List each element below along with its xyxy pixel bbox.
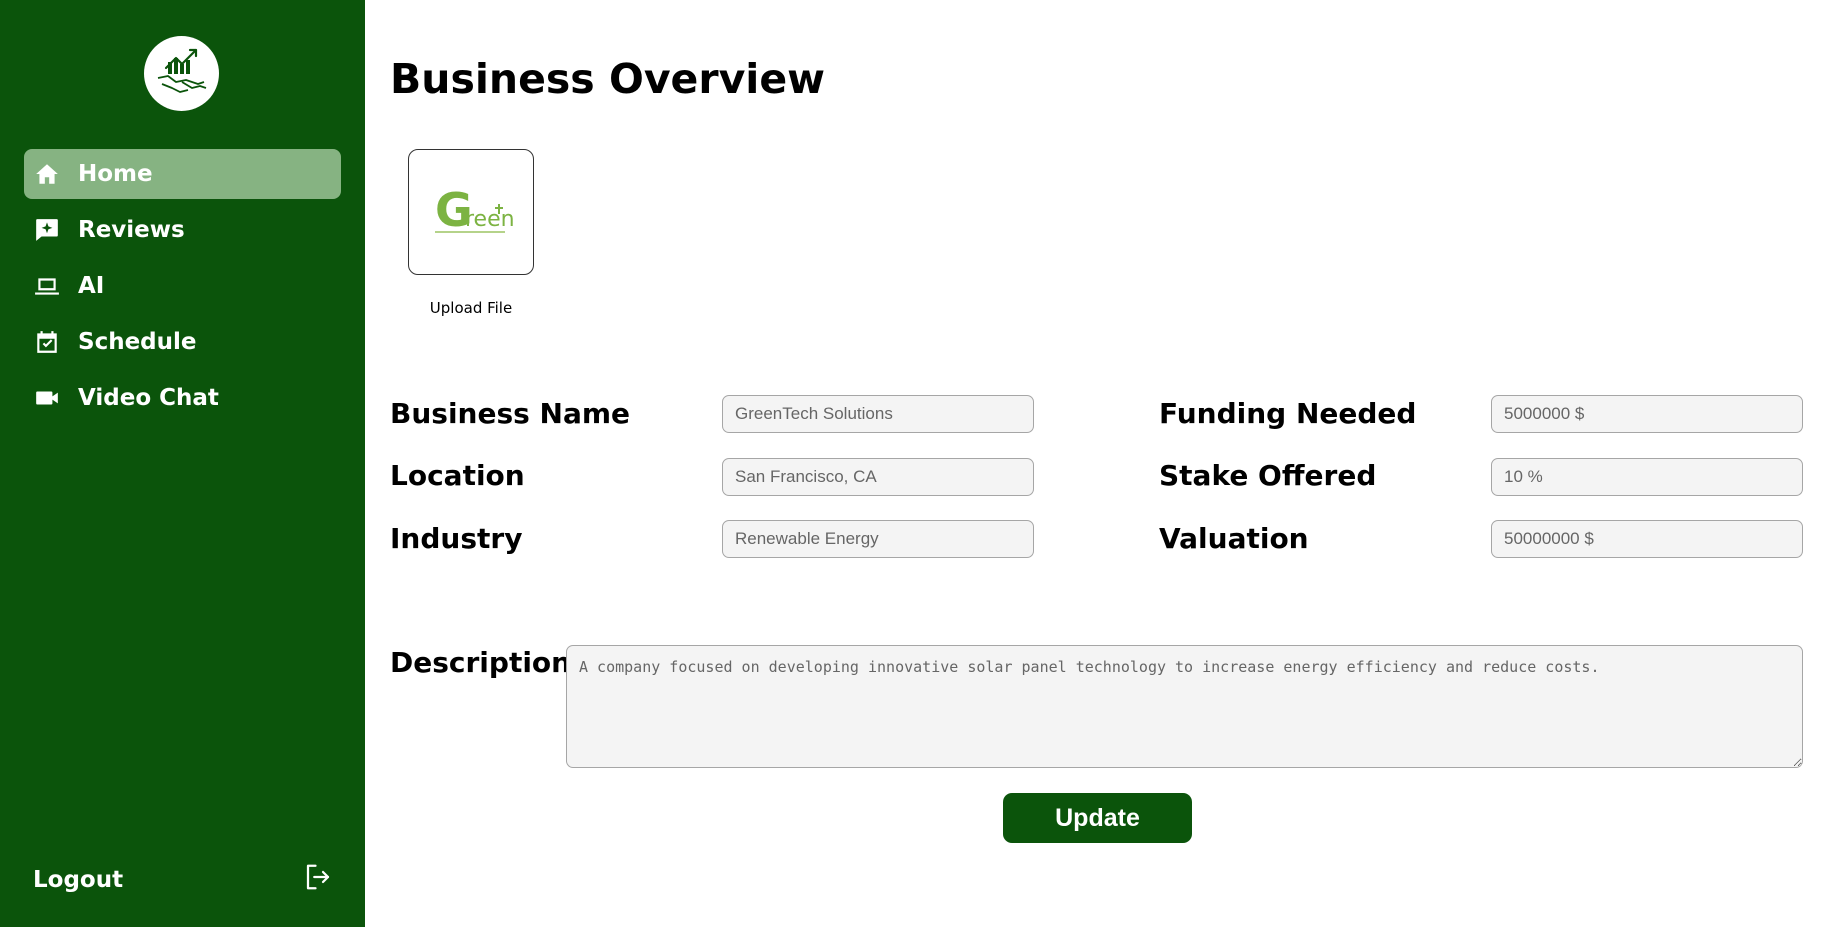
- description-textarea[interactable]: A company focused on developing innovati…: [566, 645, 1803, 768]
- sidebar: Home Reviews AI Schedule Video Chat Logo…: [0, 0, 365, 927]
- laptop-icon: [32, 271, 62, 301]
- app-logo-icon[interactable]: [144, 36, 219, 111]
- sidebar-item-video-chat[interactable]: Video Chat: [24, 373, 341, 423]
- update-button[interactable]: Update: [1003, 793, 1192, 843]
- sidebar-item-reviews[interactable]: Reviews: [24, 205, 341, 255]
- business-name-label: Business Name: [390, 397, 631, 430]
- sidebar-item-home[interactable]: Home: [24, 149, 341, 199]
- upload-file-label[interactable]: Upload File: [400, 299, 542, 317]
- industry-label: Industry: [390, 522, 523, 555]
- calendar-check-icon: [32, 327, 62, 357]
- sidebar-item-ai[interactable]: AI: [24, 261, 341, 311]
- review-sparkle-icon: [32, 215, 62, 245]
- location-label: Location: [390, 459, 525, 492]
- business-logo-upload[interactable]: G reen: [408, 149, 534, 275]
- industry-input[interactable]: [722, 520, 1034, 558]
- sidebar-item-label: Home: [78, 161, 153, 187]
- location-input[interactable]: [722, 458, 1034, 496]
- greentech-logo-icon: G reen: [435, 183, 513, 237]
- sidebar-item-schedule[interactable]: Schedule: [24, 317, 341, 367]
- sidebar-item-label: Reviews: [78, 217, 185, 243]
- valuation-input[interactable]: [1491, 520, 1803, 558]
- logout-button[interactable]: Logout: [33, 860, 333, 900]
- sidebar-item-label: AI: [78, 273, 105, 299]
- funding-needed-label: Funding Needed: [1159, 397, 1417, 430]
- valuation-label: Valuation: [1159, 522, 1309, 555]
- logout-label: Logout: [33, 867, 124, 893]
- business-name-input[interactable]: [722, 395, 1034, 433]
- home-icon: [32, 159, 62, 189]
- description-label: Description: [390, 646, 572, 679]
- page-title: Business Overview: [390, 55, 826, 103]
- video-camera-icon: [32, 383, 62, 413]
- svg-text:reen: reen: [465, 207, 513, 232]
- logout-icon[interactable]: [303, 862, 333, 898]
- funding-needed-input[interactable]: [1491, 395, 1803, 433]
- stake-offered-label: Stake Offered: [1159, 459, 1377, 492]
- sidebar-item-label: Schedule: [78, 329, 197, 355]
- stake-offered-input[interactable]: [1491, 458, 1803, 496]
- sidebar-nav: Home Reviews AI Schedule Video Chat: [24, 149, 341, 429]
- sidebar-item-label: Video Chat: [78, 385, 219, 411]
